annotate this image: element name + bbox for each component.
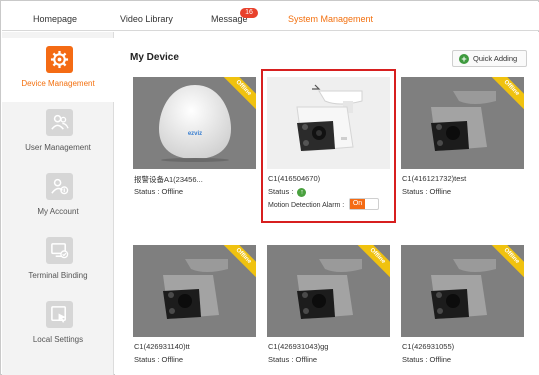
sidebar-item-local-settings[interactable]: Local Settings [2, 296, 114, 360]
sidebar: Device Management User Management My Acc… [2, 32, 114, 375]
device-name: C1(426931140)tt [134, 342, 190, 351]
sidebar-item-label: Device Management [21, 79, 95, 88]
device-status: Status : Offline [402, 355, 452, 364]
sidebar-item-terminal-binding[interactable]: Terminal Binding [2, 232, 114, 296]
device-status: Status : Offline [268, 355, 318, 364]
terminal-binding-icon [46, 237, 73, 264]
sidebar-item-my-account[interactable]: My Account [2, 168, 114, 232]
device-thumbnail: Offline [133, 245, 256, 337]
app-window: Homepage Video Library Message 16 System… [0, 0, 539, 375]
local-settings-icon [46, 301, 73, 328]
device-card[interactable]: ezviz Offline 报警设备A1(23456... Status : O… [133, 77, 256, 197]
main-content: My Device + Quick Adding ezviz Offline 报… [115, 32, 539, 375]
selected-device-highlight [261, 69, 396, 223]
users-icon [46, 109, 73, 136]
page-title: My Device [130, 52, 179, 63]
device-thumbnail: Offline [267, 245, 390, 337]
device-card[interactable]: Offline C1(426931140)tt Status : Offline [133, 245, 256, 365]
top-nav: Homepage Video Library Message 16 System… [2, 2, 539, 31]
quick-adding-label: Quick Adding [473, 54, 518, 63]
sidebar-item-user-management[interactable]: User Management [2, 104, 114, 168]
sidebar-item-label: My Account [37, 207, 79, 216]
device-card[interactable]: Offline C1(416121732)test Status : Offli… [401, 77, 524, 197]
device-name: 报警设备A1(23456... [134, 175, 203, 184]
gear-icon [46, 46, 73, 73]
device-name: C1(416121732)test [402, 174, 467, 183]
device-status: Status : Offline [402, 187, 452, 196]
device-status: Status : Offline [134, 187, 184, 196]
add-icon: + [459, 54, 469, 64]
device-card[interactable]: Offline C1(426931043)gg Status : Offline [267, 245, 390, 365]
sidebar-item-label: User Management [25, 143, 91, 152]
nav-homepage[interactable]: Homepage [33, 14, 77, 24]
quick-adding-button[interactable]: + Quick Adding [452, 50, 527, 67]
sidebar-item-label: Terminal Binding [28, 271, 88, 280]
device-name: C1(426931055) [402, 342, 455, 351]
sidebar-item-device-management[interactable]: Device Management [2, 38, 114, 102]
device-status: Status : Offline [134, 355, 184, 364]
device-name: C1(426931043)gg [268, 342, 329, 351]
device-thumbnail: Offline [401, 245, 524, 337]
nav-system-management[interactable]: System Management [288, 14, 373, 24]
device-thumbnail: ezviz Offline [133, 77, 256, 169]
account-icon [46, 173, 73, 200]
nav-video-library[interactable]: Video Library [120, 14, 173, 24]
device-card[interactable]: Offline C1(426931055) Status : Offline [401, 245, 524, 365]
svg-text:ezviz: ezviz [188, 131, 202, 137]
device-thumbnail: Offline [401, 77, 524, 169]
sidebar-item-label: Local Settings [32, 335, 84, 344]
message-count-badge: 16 [240, 8, 258, 18]
